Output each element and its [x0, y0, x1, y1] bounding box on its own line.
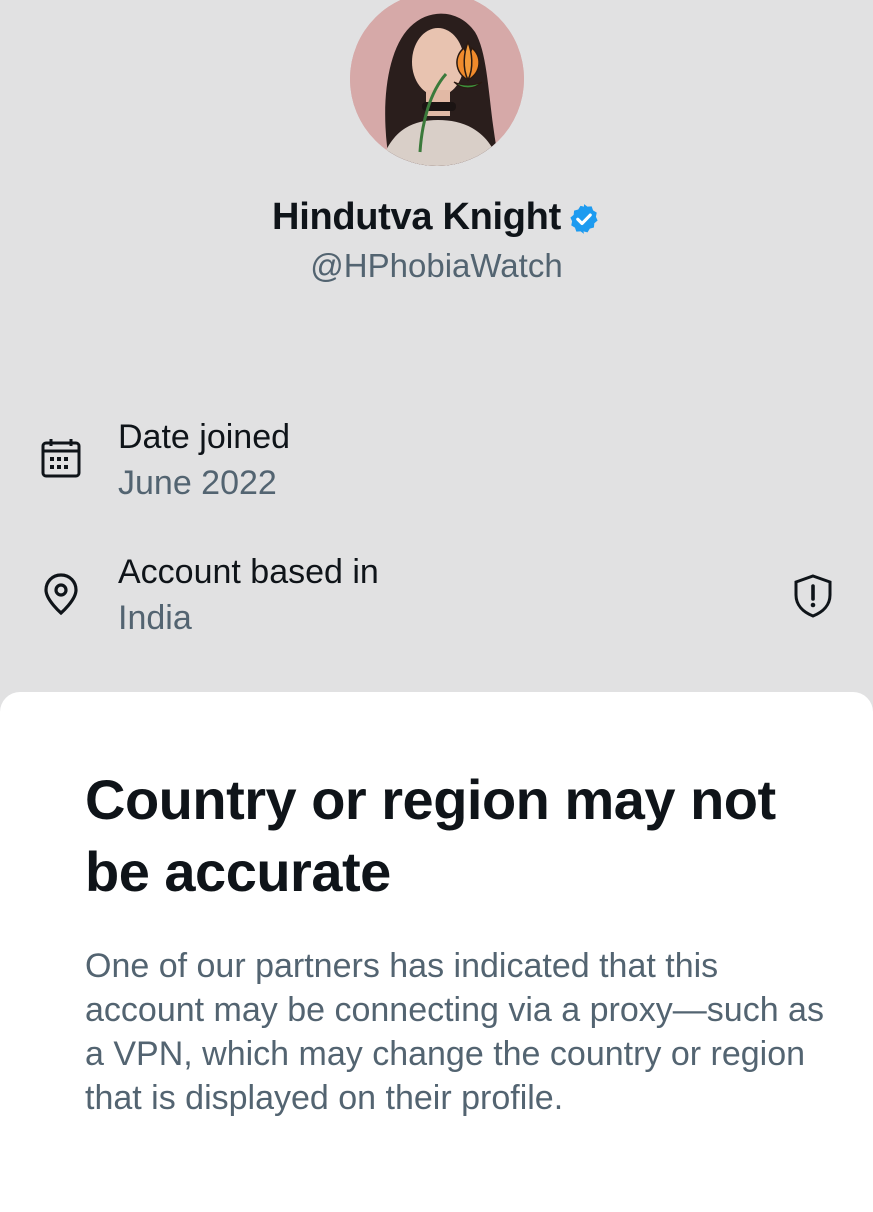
shield-alert-icon[interactable] — [790, 573, 836, 619]
profile-about-screen: Hindutva Knight @HPhobiaWatch Date joine… — [0, 0, 873, 1212]
date-joined-value: June 2022 — [118, 464, 277, 502]
avatar-image — [350, 0, 524, 166]
profile-avatar[interactable] — [350, 0, 524, 166]
profile-name-row: Hindutva Knight — [0, 196, 873, 239]
calendar-icon — [38, 436, 84, 482]
date-joined-label: Date joined — [118, 418, 291, 456]
account-location-label: Account based in — [118, 553, 379, 591]
sheet-title: Country or region may not be accurate — [85, 768, 776, 903]
profile-handle: @HPhobiaWatch — [310, 247, 563, 284]
verified-badge-icon[interactable] — [567, 202, 601, 236]
location-pin-icon — [38, 571, 84, 617]
sheet-body: One of our partners has indicated that t… — [85, 947, 824, 1117]
account-location-value: India — [118, 599, 192, 637]
profile-display-name: Hindutva Knight — [272, 196, 561, 238]
proxy-warning-sheet: Country or region may not be accurate On… — [0, 692, 873, 1212]
